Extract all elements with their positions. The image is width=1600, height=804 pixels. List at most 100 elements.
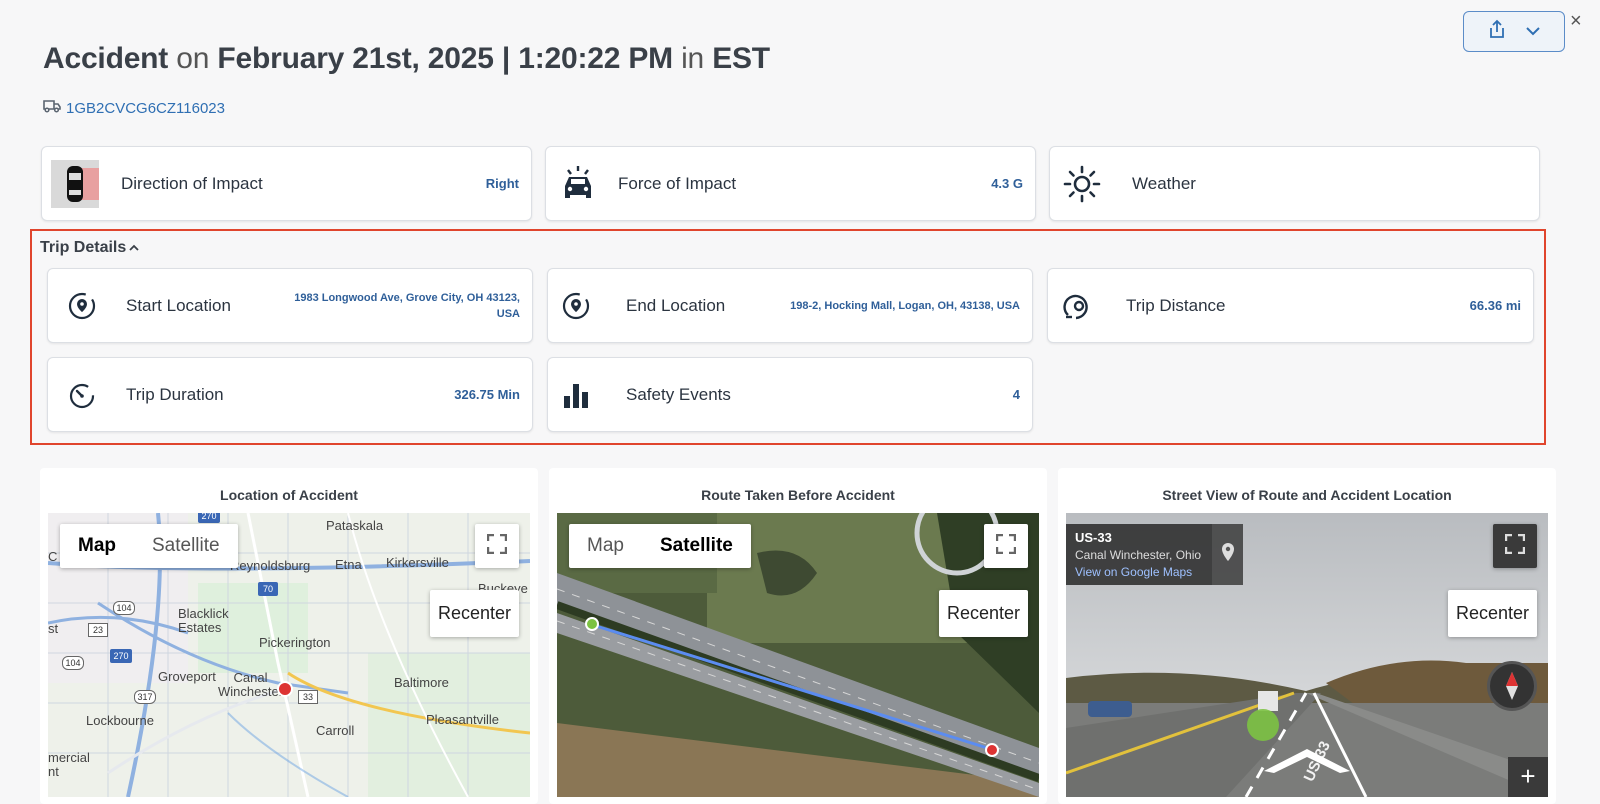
card-label: Safety Events [626,384,731,404]
zoom-in-button[interactable]: + [1508,757,1548,797]
car-alert-icon [554,160,602,208]
compass-control[interactable] [1487,661,1537,711]
card-safety-events: Safety Events 4 [547,357,1033,432]
street-view-place: Canal Winchester, Ohio [1075,548,1202,562]
fullscreen-icon [1504,533,1526,559]
card-value: 1983 Longwood Ave, Grove City, OH 43123,… [294,291,520,320]
fullscreen-icon [995,533,1017,559]
panel-title: Location of Accident [220,487,358,503]
map-type-satellite[interactable]: Satellite [642,524,751,568]
map-label: Blacklick Estates [178,606,229,635]
recenter-button[interactable]: Recenter [938,590,1028,637]
location-pin-icon [58,282,106,330]
street-view-road: US-33 [1075,530,1112,545]
map-type-map[interactable]: Map [569,524,642,568]
panel-title: Route Taken Before Accident [701,487,895,503]
on-word: on [176,42,210,75]
card-start-location: Start Location 1983 Longwood Ave, Grove … [47,268,533,343]
map-type-satellite[interactable]: Satellite [134,524,238,568]
chevron-down-icon [1526,23,1540,41]
share-menu-button[interactable] [1463,11,1565,52]
route-shield: 104 [113,601,135,615]
event-timezone: EST [712,42,770,75]
map-pin-button[interactable] [1212,524,1243,585]
page-title: Accident on February 21st, 2025 | 1:20:2… [43,42,770,76]
card-trip-duration: Trip Duration 326.75 Min [47,357,533,432]
panel-title: Street View of Route and Accident Locati… [1162,487,1452,503]
card-value: 326.75 Min [454,386,520,402]
close-button[interactable]: × [1570,10,1582,33]
map-type-toggle: Map Satellite [60,524,238,568]
fullscreen-button[interactable] [984,524,1028,568]
card-label: Force of Impact [618,173,737,193]
interstate-shield: 270 [110,649,132,663]
street-accident-marker[interactable] [1247,709,1279,741]
map-label: Pleasantville [426,712,499,727]
card-trip-distance: Trip Distance 66.36 mi [1047,268,1534,343]
trip-details-toggle[interactable]: Trip Details [40,239,139,257]
view-on-google-maps-link[interactable]: View on Google Maps [1075,565,1203,579]
recenter-button[interactable]: Recenter [429,590,519,637]
chevron-up-icon [129,239,139,257]
accident-marker[interactable] [985,743,999,757]
fullscreen-button[interactable] [1493,524,1537,568]
card-value: Right [485,175,519,191]
card-end-location: End Location 198-2, Hocking Mall, Logan,… [547,268,1033,343]
map-label: Carroll [316,723,355,738]
map-label: Groveport [158,669,216,684]
map-pin-icon [1221,542,1235,567]
bar-chart-icon [552,371,600,419]
event-datetime: February 21st, 2025 | 1:20:22 PM [217,42,673,75]
satellite-map[interactable]: Map Satellite Recenter [557,513,1039,797]
street-view-info: US-33 Canal Winchester, Ohio View on Goo… [1066,524,1212,585]
navigate-forward-arrow[interactable] [1262,745,1352,780]
card-direction-of-impact: Direction of Impact Right [41,146,532,221]
card-label: Start Location [126,295,231,315]
event-type: Accident [43,42,169,75]
card-value: 4.3 G [991,175,1023,191]
route-shield: 317 [134,690,156,704]
vin-link[interactable]: 1GB2CVCG6CZ116023 [66,100,225,117]
map-type-toggle: Map Satellite [569,524,751,568]
recenter-button[interactable]: Recenter [1447,590,1537,637]
card-force-of-impact: Force of Impact 4.3 G [545,146,1036,221]
sun-icon [1058,160,1106,208]
fullscreen-icon [486,533,508,559]
card-value: 198-2, Hocking Mall, Logan, OH, 43138, U… [790,299,1020,312]
odometer-icon [1054,282,1102,330]
road-map[interactable]: Pataskala C Reynoldsburg Etna Kirkersvil… [48,513,530,797]
card-value: 4 [1012,386,1020,402]
map-label: Lockbourne [86,713,154,728]
map-type-map[interactable]: Map [60,524,134,568]
map-label: Reynoldsburg [230,558,311,573]
card-label: End Location [626,295,726,315]
panel-street-view: Street View of Route and Accident Locati… [1058,468,1556,804]
map-label: Pataskala [326,518,384,533]
map-label: Canal Winchester [218,670,284,699]
map-label: Kirkersville [386,555,449,570]
location-pin-icon [552,282,600,330]
interstate-shield: 270 [198,513,220,523]
map-label: mercial nt [48,750,90,779]
card-label: Trip Distance [1126,295,1226,315]
timer-icon [58,371,106,419]
page-header: Accident on February 21st, 2025 | 1:20:2… [43,42,770,76]
card-label: Direction of Impact [121,173,263,193]
map-label: st [48,621,59,636]
card-value: 66.36 mi [1469,297,1521,313]
accident-marker[interactable] [277,681,293,697]
panel-route-before-accident: Route Taken Before Accident Map Satellit… [549,468,1047,804]
street-view[interactable]: US-33 US-33 Canal Winchester, Ohio View … [1066,513,1548,797]
route-shield: 23 [88,623,108,637]
route-start-marker[interactable] [585,617,599,631]
map-label: Baltimore [394,675,449,690]
in-word: in [681,42,705,75]
car-impact-direction-icon [51,159,99,208]
vehicle-row: 1GB2CVCG6CZ116023 [43,99,225,118]
map-label: Pickerington [259,635,331,650]
trip-details-title: Trip Details [40,239,127,256]
card-label: Trip Duration [126,384,224,404]
route-shield: 104 [62,656,84,670]
compass-icon [1490,672,1534,712]
fullscreen-button[interactable] [475,524,519,568]
